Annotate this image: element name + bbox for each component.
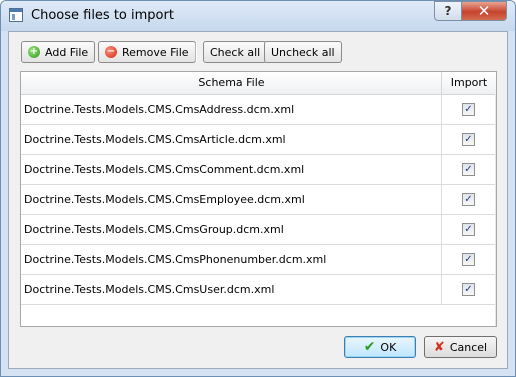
table-row[interactable]: Doctrine.Tests.Models.CMS.CmsUser.dcm.xm… — [21, 274, 496, 305]
table-row[interactable]: Doctrine.Tests.Models.CMS.CmsGroup.dcm.x… — [21, 214, 496, 245]
table-right-border — [495, 94, 496, 326]
x-icon: ✘ — [433, 339, 445, 355]
import-checkbox[interactable]: ✓ — [462, 193, 475, 206]
schema-file-name: Doctrine.Tests.Models.CMS.CmsPhonenumber… — [24, 253, 327, 266]
schema-file-name: Doctrine.Tests.Models.CMS.CmsComment.dcm… — [24, 163, 305, 176]
cell-divider — [441, 244, 442, 274]
import-checkbox[interactable]: ✓ — [462, 223, 475, 236]
schema-file-name: Doctrine.Tests.Models.CMS.CmsGroup.dcm.x… — [24, 223, 284, 236]
table-header: Schema File Import — [21, 72, 496, 95]
table-row[interactable]: Doctrine.Tests.Models.CMS.CmsArticle.dcm… — [21, 124, 496, 155]
uncheck-all-button[interactable]: Uncheck all — [264, 41, 342, 63]
table-row[interactable]: Doctrine.Tests.Models.CMS.CmsEmployee.dc… — [21, 184, 496, 215]
close-button[interactable]: ✕ — [461, 1, 507, 21]
add-file-button[interactable]: + Add File — [21, 41, 96, 63]
remove-file-label: Remove File — [122, 45, 189, 59]
cell-divider — [441, 94, 442, 124]
add-icon: + — [28, 46, 40, 58]
toolbar-separator — [195, 42, 197, 62]
title-bar[interactable]: Choose files to import ? ✕ — [1, 1, 515, 31]
schema-file-name: Doctrine.Tests.Models.CMS.CmsUser.dcm.xm… — [24, 283, 275, 296]
cell-divider — [441, 124, 442, 154]
ok-label: OK — [380, 340, 397, 354]
dialog-window: Choose files to import ? ✕ + Add File − … — [0, 0, 516, 377]
import-checkbox[interactable]: ✓ — [462, 163, 475, 176]
cancel-label: Cancel — [449, 340, 488, 354]
import-checkbox[interactable]: ✓ — [462, 133, 475, 146]
app-window-icon — [9, 8, 23, 22]
cell-divider — [441, 154, 442, 184]
table-row[interactable]: Doctrine.Tests.Models.CMS.CmsPhonenumber… — [21, 244, 496, 275]
column-header-schema-file[interactable]: Schema File — [21, 76, 442, 89]
schema-file-table: Schema File Import Doctrine.Tests.Models… — [20, 71, 497, 327]
cell-divider — [441, 184, 442, 214]
cell-divider — [441, 214, 442, 244]
column-header-import[interactable]: Import — [442, 76, 496, 89]
remove-file-button[interactable]: − Remove File — [98, 41, 196, 63]
remove-icon: − — [105, 46, 117, 58]
add-file-label: Add File — [45, 45, 89, 59]
ok-button[interactable]: ✔ OK — [344, 336, 416, 358]
table-row[interactable]: Doctrine.Tests.Models.CMS.CmsAddress.dcm… — [21, 94, 496, 125]
import-checkbox[interactable]: ✓ — [462, 283, 475, 296]
schema-file-name: Doctrine.Tests.Models.CMS.CmsEmployee.dc… — [24, 193, 305, 206]
window-title: Choose files to import — [31, 8, 174, 23]
import-checkbox[interactable]: ✓ — [462, 253, 475, 266]
schema-file-name: Doctrine.Tests.Models.CMS.CmsAddress.dcm… — [24, 103, 295, 116]
check-all-button[interactable]: Check all — [203, 41, 268, 63]
schema-file-name: Doctrine.Tests.Models.CMS.CmsArticle.dcm… — [24, 133, 286, 146]
cell-divider — [441, 274, 442, 304]
help-button[interactable]: ? — [434, 1, 462, 21]
table-row[interactable]: Doctrine.Tests.Models.CMS.CmsComment.dcm… — [21, 154, 496, 185]
checkmark-icon: ✔ — [363, 339, 376, 355]
cancel-button[interactable]: ✘ Cancel — [424, 336, 497, 358]
import-checkbox[interactable]: ✓ — [462, 103, 475, 116]
